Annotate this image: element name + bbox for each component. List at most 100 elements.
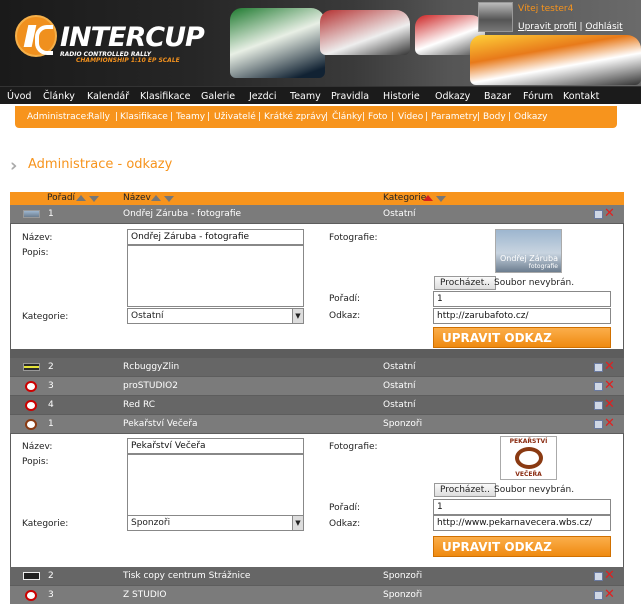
nav-bazar[interactable]: Bazar	[484, 91, 511, 102]
edit-icon[interactable]	[594, 382, 603, 391]
edit-icon[interactable]	[594, 420, 603, 429]
nav-kontakt[interactable]: Kontakt	[563, 91, 599, 102]
subnav-body[interactable]: Body	[483, 112, 506, 122]
label-category: Kategorie:	[22, 519, 69, 529]
chevron-down-icon[interactable]: ▼	[292, 309, 303, 323]
logo-subtitle-2: CHAMPIONSHIP 1:10 EP SCALE	[76, 57, 180, 64]
nav-teamy[interactable]: Teamy	[290, 91, 321, 102]
nav-pravidla[interactable]: Pravidla	[331, 91, 369, 102]
sort-asc-icon[interactable]	[151, 195, 161, 201]
row-category: Ostatní	[383, 362, 416, 372]
logo-title[interactable]: INTERCUP	[60, 22, 205, 53]
table-header: Pořadí Název Kategorie	[10, 192, 624, 205]
nav-jezdci[interactable]: Jezdci	[249, 91, 277, 102]
subnav-sep: |	[391, 112, 395, 122]
category-selected: Ostatní	[131, 311, 164, 321]
sort-desc-icon[interactable]	[164, 196, 174, 202]
col-name-header[interactable]: Název	[123, 193, 151, 203]
name-input[interactable]: Ondřej Záruba - fotografie	[127, 229, 304, 245]
order-input[interactable]: 1	[433, 291, 611, 307]
table-row[interactable]: 2 Tisk copy centrum Strážnice Sponzoři ✕	[10, 567, 624, 585]
edit-icon[interactable]	[594, 591, 603, 600]
row-order: 2	[48, 362, 54, 372]
subnav-kratke-zpravy[interactable]: Krátké zprávy	[264, 112, 326, 122]
table-row[interactable]: 2 RcbuggyZlin Ostatní ✕	[10, 358, 624, 376]
subnav-klasifikace[interactable]: Klasifikace	[120, 112, 168, 122]
table-row[interactable]: 1 Ondřej Záruba - fotografie Ostatní ✕	[10, 205, 624, 223]
link-thumbnail-icon	[23, 572, 40, 580]
table-row[interactable]: 1 Pekařství Večeřa Sponzoři ✕	[10, 415, 624, 433]
site-header: INTERCUP RADIO CONTROLLED RALLY CHAMPION…	[0, 0, 641, 86]
category-select[interactable]: Ostatní ▼	[127, 308, 304, 324]
row-name: Red RC	[123, 400, 156, 410]
delete-icon[interactable]: ✕	[604, 206, 615, 221]
link-input[interactable]: http://zarubafoto.cz/	[433, 308, 611, 324]
label-link: Odkaz:	[329, 519, 361, 529]
label-order: Pořadí:	[329, 503, 361, 513]
row-name: RcbuggyZlin	[123, 362, 180, 372]
col-order-header[interactable]: Pořadí	[47, 193, 75, 203]
subnav-rally[interactable]: Rally	[88, 112, 110, 122]
delete-icon[interactable]: ✕	[604, 397, 615, 412]
nav-clanky[interactable]: Články	[43, 91, 75, 102]
edit-icon[interactable]	[594, 572, 603, 581]
delete-icon[interactable]: ✕	[604, 359, 615, 374]
header-photo-car-4	[470, 35, 641, 85]
edit-icon[interactable]	[594, 363, 603, 372]
description-textarea[interactable]	[127, 245, 304, 307]
nav-historie[interactable]: Historie	[383, 91, 420, 102]
subnav-uzivatele[interactable]: Uživatelé	[214, 112, 256, 122]
link-input[interactable]: http://www.pekarnavecera.wbs.cz/	[433, 515, 611, 531]
subnav-teamy[interactable]: Teamy	[176, 112, 205, 122]
nav-klasifikace[interactable]: Klasifikace	[140, 91, 191, 102]
admin-subnav: Administrace: Rally | Klasifikace | Team…	[15, 106, 617, 128]
sort-desc-icon[interactable]	[436, 196, 446, 202]
category-select[interactable]: Sponzoři ▼	[127, 515, 304, 531]
row-name: proSTUDIO2	[123, 381, 178, 391]
nav-kalendar[interactable]: Kalendář	[87, 91, 129, 102]
description-textarea[interactable]	[127, 454, 304, 516]
order-input[interactable]: 1	[433, 499, 611, 515]
delete-icon[interactable]: ✕	[604, 378, 615, 393]
subnav-video[interactable]: Video	[398, 112, 423, 122]
submit-button[interactable]: UPRAVIT ODKAZ	[433, 536, 611, 557]
edit-icon[interactable]	[594, 210, 603, 219]
nav-galerie[interactable]: Galerie	[201, 91, 235, 102]
subnav-foto[interactable]: Foto	[368, 112, 387, 122]
edit-profile-link[interactable]: Upravit profil	[518, 22, 577, 32]
table-row[interactable]: 3 proSTUDIO2 Ostatní ✕	[10, 377, 624, 395]
label-desc: Popis:	[22, 457, 49, 467]
sort-asc-icon[interactable]	[76, 195, 86, 201]
browse-button[interactable]: Procházet..	[434, 483, 496, 497]
submit-button[interactable]: UPRAVIT ODKAZ	[433, 327, 611, 348]
subnav-sep: |	[362, 112, 366, 122]
logout-link[interactable]: Odhlásit	[585, 22, 622, 32]
sort-asc-icon[interactable]	[423, 195, 433, 201]
page-title: Administrace - odkazy	[28, 157, 173, 172]
link-thumbnail-icon	[25, 381, 37, 392]
label-order: Pořadí:	[329, 294, 361, 304]
nav-uvod[interactable]: Úvod	[7, 91, 31, 102]
delete-icon[interactable]: ✕	[604, 568, 615, 583]
delete-icon[interactable]: ✕	[604, 416, 615, 431]
subnav-odkazy[interactable]: Odkazy	[514, 112, 547, 122]
table-row[interactable]: 3 Z STUDIO Sponzoři ✕	[10, 586, 624, 604]
edit-panel: Název: Ondřej Záruba - fotografie Popis:…	[11, 224, 623, 349]
nav-odkazy[interactable]: Odkazy	[435, 91, 470, 102]
nav-forum[interactable]: Fórum	[523, 91, 553, 102]
intercup-logo-icon[interactable]	[15, 15, 57, 57]
link-thumbnail-icon	[25, 419, 37, 430]
no-file-text: Soubor nevybrán.	[494, 278, 575, 288]
edit-icon[interactable]	[594, 401, 603, 410]
subnav-parametry[interactable]: Parametry	[431, 112, 478, 122]
browse-button[interactable]: Procházet..	[434, 276, 496, 290]
table-row[interactable]: 4 Red RC Ostatní ✕	[10, 396, 624, 414]
chevron-down-icon[interactable]: ▼	[292, 516, 303, 530]
separator: |	[579, 22, 583, 32]
subnav-clanky[interactable]: Články	[332, 112, 362, 122]
subnav-sep: |	[115, 112, 119, 122]
name-input[interactable]: Pekařství Večeřa	[127, 438, 304, 454]
sort-desc-icon[interactable]	[89, 196, 99, 202]
row-category: Sponzoři	[383, 571, 423, 581]
col-category-header[interactable]: Kategorie	[383, 193, 426, 203]
